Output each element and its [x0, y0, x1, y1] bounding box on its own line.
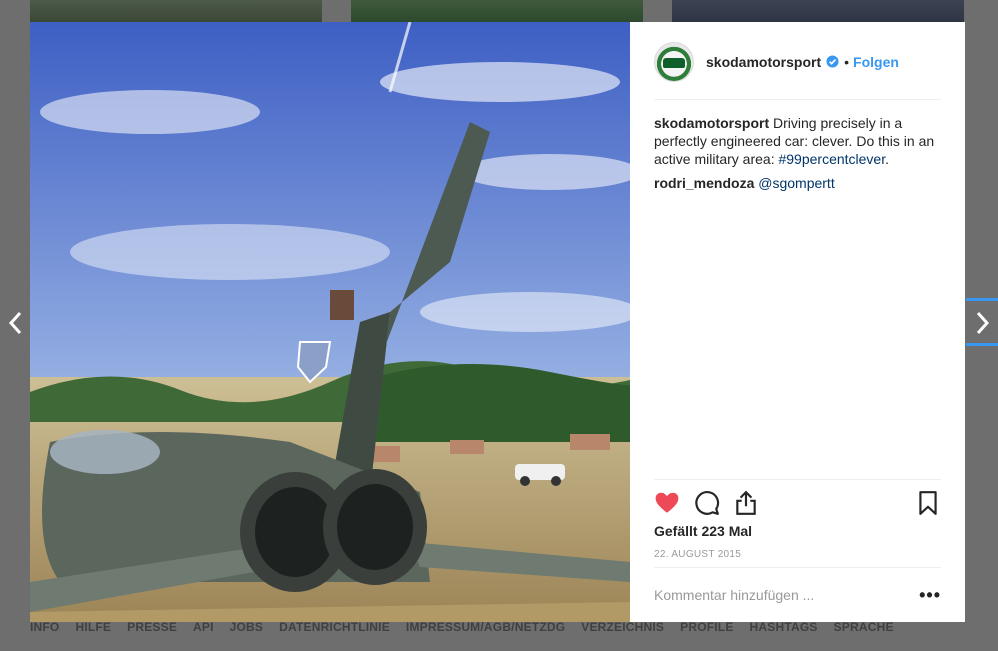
post-modal: skodamotorsport • Folgen skodamotorsport…: [30, 22, 965, 622]
bookmark-icon[interactable]: [915, 490, 941, 516]
action-bar: [654, 479, 941, 519]
share-icon[interactable]: [733, 490, 759, 516]
post-author-username[interactable]: skodamotorsport: [706, 54, 821, 70]
comment-author[interactable]: rodri_mendoza: [654, 175, 754, 191]
chevron-left-icon: [8, 311, 22, 335]
footer-links: INFO HILFE PRESSE API JOBS DATENRICHTLIN…: [30, 620, 894, 634]
footer-link-language[interactable]: SPRACHE: [834, 620, 894, 634]
footer-link-api[interactable]: API: [193, 620, 214, 634]
post-detail-panel: skodamotorsport • Folgen skodamotorsport…: [630, 22, 965, 622]
footer-link-press[interactable]: PRESSE: [127, 620, 177, 634]
avatar[interactable]: [654, 42, 694, 82]
caption-author[interactable]: skodamotorsport: [654, 115, 769, 131]
comment-mention[interactable]: @sgompertt: [758, 175, 834, 191]
comment-list: skodamotorsport Driving precisely in a p…: [654, 114, 941, 198]
comment: rodri_mendoza @sgompertt: [654, 174, 941, 192]
jet-photo-illustration: [30, 22, 630, 622]
footer-link-privacy[interactable]: DATENRICHTLINIE: [279, 620, 390, 634]
footer-link-profiles[interactable]: PROFILE: [680, 620, 733, 634]
comment-input[interactable]: [654, 587, 904, 603]
verified-badge-icon: [826, 55, 839, 68]
background-thumbnail: [30, 0, 322, 22]
post-header: skodamotorsport • Folgen: [654, 42, 941, 100]
footer-link-jobs[interactable]: JOBS: [230, 620, 263, 634]
footer-link-directory[interactable]: VERZEICHNIS: [581, 620, 664, 634]
like-count[interactable]: Gefällt 223 Mal: [654, 523, 752, 539]
caption-end: .: [885, 151, 890, 167]
caption: skodamotorsport Driving precisely in a p…: [654, 114, 941, 168]
chevron-right-icon: [976, 311, 990, 335]
background-thumbnail: [351, 0, 643, 22]
separator-dot: •: [844, 54, 850, 70]
next-post-button[interactable]: [968, 306, 998, 340]
footer-link-info[interactable]: INFO: [30, 620, 59, 634]
footer-link-help[interactable]: HILFE: [75, 620, 111, 634]
previous-post-button[interactable]: [0, 306, 30, 340]
more-options-button[interactable]: •••: [919, 585, 941, 606]
heart-icon[interactable]: [654, 490, 680, 516]
footer-link-hashtags[interactable]: HASHTAGS: [750, 620, 818, 634]
comment-icon[interactable]: [694, 490, 720, 516]
post-date[interactable]: 22. AUGUST 2015: [654, 549, 741, 560]
caption-hashtag[interactable]: #99percentclever: [778, 151, 885, 167]
footer-link-imprint[interactable]: IMPRESSUM/AGB/NETZDG: [406, 620, 565, 634]
post-photo[interactable]: [30, 22, 630, 622]
follow-button[interactable]: Folgen: [853, 54, 899, 70]
add-comment-section: •••: [654, 567, 941, 622]
background-thumbnail: [672, 0, 964, 22]
